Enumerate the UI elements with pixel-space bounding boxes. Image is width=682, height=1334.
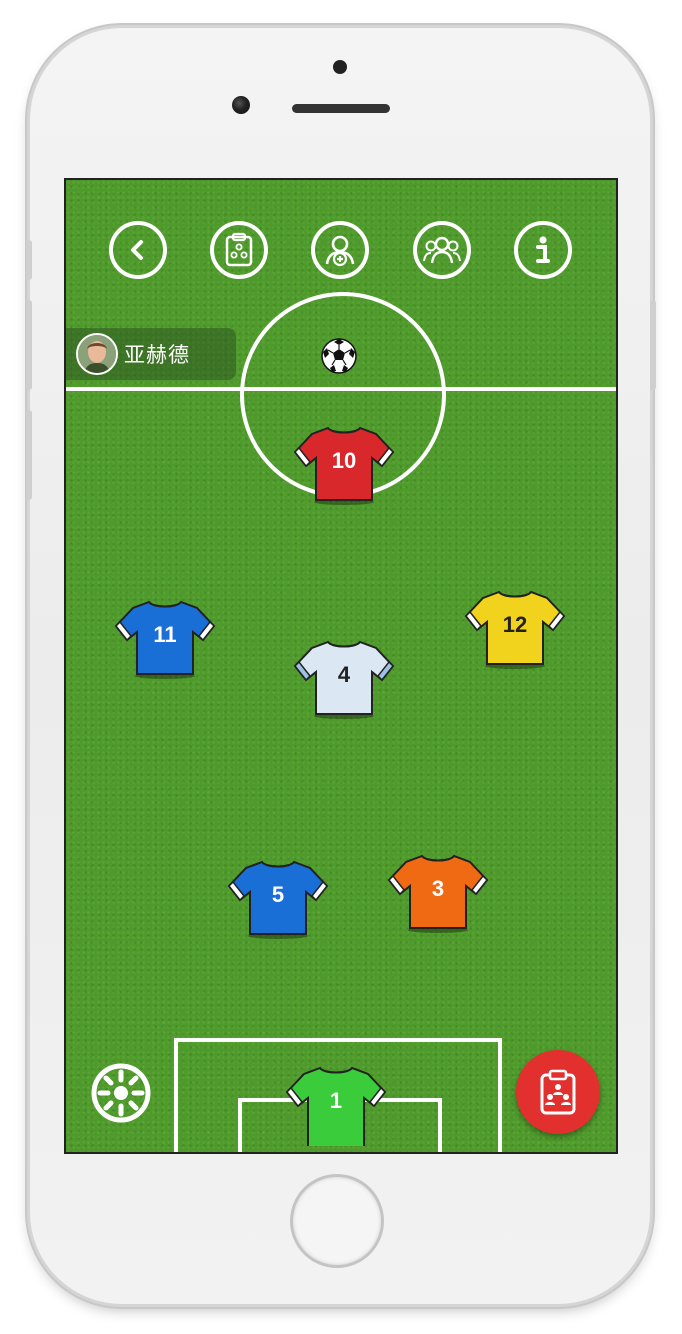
earpiece-speaker xyxy=(292,104,390,113)
volume-down-button xyxy=(26,410,32,500)
front-camera xyxy=(232,96,250,114)
jersey-4[interactable]: 4 xyxy=(292,636,396,720)
jersey-4-number: 4 xyxy=(337,662,351,687)
wheel-settings-icon[interactable] xyxy=(90,1062,152,1124)
info-button[interactable] xyxy=(514,221,572,279)
tactics-board-button[interactable] xyxy=(210,221,268,279)
jersey-1[interactable]: 1 xyxy=(284,1062,388,1146)
pitch-screen: 亚赫德 10 11 12 4 5 3 1 xyxy=(64,178,618,1154)
tactics-board-icon xyxy=(225,232,253,267)
back-icon xyxy=(131,240,143,260)
selected-player-badge[interactable]: 亚赫德 xyxy=(66,328,236,380)
info-icon xyxy=(536,236,550,263)
team-button[interactable] xyxy=(413,221,471,279)
jersey-10[interactable]: 10 xyxy=(292,422,396,506)
jersey-3[interactable]: 3 xyxy=(386,850,490,934)
jersey-12-number: 12 xyxy=(502,612,528,637)
home-button[interactable] xyxy=(290,1174,384,1268)
mute-switch xyxy=(26,240,32,280)
jersey-10-number: 10 xyxy=(331,448,357,473)
add-player-button[interactable] xyxy=(311,221,369,279)
proximity-sensor xyxy=(333,60,347,74)
player-name: 亚赫德 xyxy=(124,344,190,367)
jersey-11-number: 11 xyxy=(153,622,177,647)
formation-fab-button[interactable] xyxy=(516,1050,600,1134)
jersey-11[interactable]: 11 xyxy=(113,596,217,680)
formation-clipboard-icon xyxy=(540,1069,576,1115)
jersey-12[interactable]: 12 xyxy=(463,586,567,670)
avatar xyxy=(76,333,118,375)
add-player-icon xyxy=(325,235,355,267)
team-icon xyxy=(423,236,461,264)
jersey-5-number: 5 xyxy=(271,882,285,907)
power-button xyxy=(650,300,656,390)
jersey-5[interactable]: 5 xyxy=(226,856,330,940)
jersey-3-number: 3 xyxy=(431,876,445,901)
jersey-1-number: 1 xyxy=(329,1088,343,1113)
back-button[interactable] xyxy=(109,221,167,279)
volume-up-button xyxy=(26,300,32,390)
soccer-ball-icon[interactable] xyxy=(320,337,358,375)
